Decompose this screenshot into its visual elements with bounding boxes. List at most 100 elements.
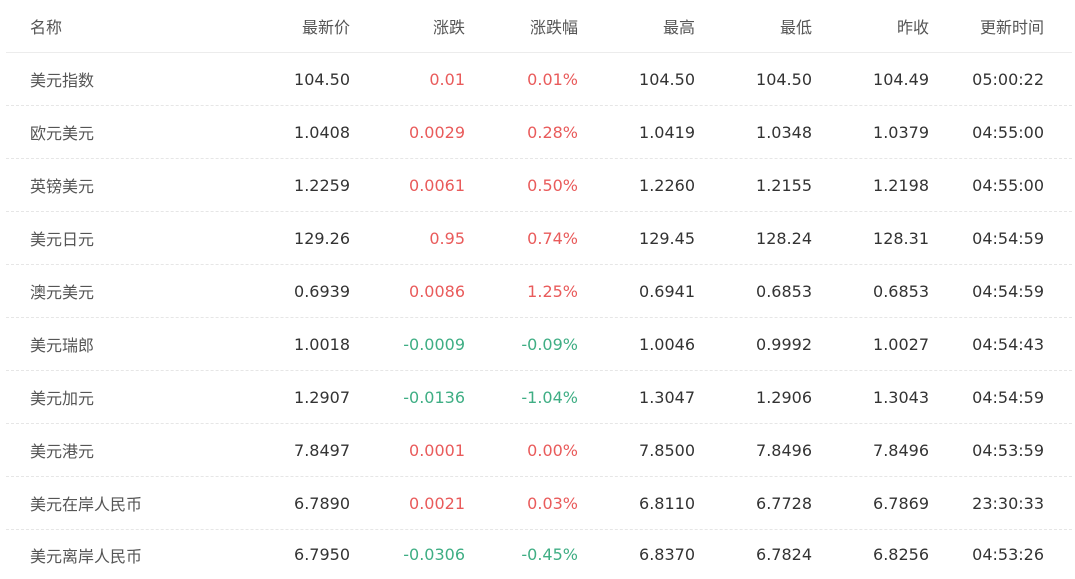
row-high: 6.8370 — [639, 545, 695, 564]
row-low: 7.8496 — [756, 440, 812, 460]
row-update-time: 04:55:00 — [972, 122, 1044, 142]
row-high: 129.45 — [639, 228, 695, 248]
row-change-pct: 0.01% — [527, 69, 578, 89]
row-update-time: 04:54:43 — [972, 334, 1044, 354]
row-prev-close: 128.31 — [873, 228, 929, 248]
header-name[interactable]: 名称 — [30, 0, 62, 52]
row-name[interactable]: 美元加元 — [30, 371, 94, 423]
row-prev-close: 0.6853 — [873, 281, 929, 301]
table-row[interactable]: 美元瑞郎 1.0018 -0.0009 -0.09% 1.0046 0.9992… — [6, 318, 1072, 371]
header-change[interactable]: 涨跌 — [433, 0, 465, 52]
row-change-pct: -0.09% — [521, 334, 578, 354]
row-change-pct: 0.50% — [527, 175, 578, 195]
row-high: 1.3047 — [639, 387, 695, 407]
row-change: 0.0061 — [409, 175, 465, 195]
row-name[interactable]: 美元在岸人民币 — [30, 477, 142, 529]
row-update-time: 05:00:22 — [972, 69, 1044, 89]
row-high: 7.8500 — [639, 440, 695, 460]
table-row[interactable]: 美元港元 7.8497 0.0001 0.00% 7.8500 7.8496 7… — [6, 424, 1072, 477]
row-change: 0.01 — [429, 69, 465, 89]
row-name[interactable]: 美元瑞郎 — [30, 318, 94, 370]
table-row[interactable]: 美元加元 1.2907 -0.0136 -1.04% 1.3047 1.2906… — [6, 371, 1072, 424]
header-high[interactable]: 最高 — [663, 0, 695, 52]
row-update-time: 23:30:33 — [972, 493, 1044, 513]
row-prev-close: 1.0027 — [873, 334, 929, 354]
row-change-pct: -1.04% — [521, 387, 578, 407]
row-update-time: 04:54:59 — [972, 228, 1044, 248]
row-high: 1.2260 — [639, 175, 695, 195]
row-change: 0.0086 — [409, 281, 465, 301]
row-change: 0.0029 — [409, 122, 465, 142]
row-low: 128.24 — [756, 228, 812, 248]
row-change: -0.0009 — [403, 334, 465, 354]
row-last-price: 1.2259 — [294, 175, 350, 195]
row-last-price: 104.50 — [294, 69, 350, 89]
row-prev-close: 6.7869 — [873, 493, 929, 513]
row-low: 0.6853 — [756, 281, 812, 301]
row-last-price: 1.0018 — [294, 334, 350, 354]
header-update-time[interactable]: 更新时间 — [980, 0, 1044, 52]
table-row[interactable]: 美元在岸人民币 6.7890 0.0021 0.03% 6.8110 6.772… — [6, 477, 1072, 530]
row-high: 1.0419 — [639, 122, 695, 142]
header-last-price[interactable]: 最新价 — [302, 0, 350, 52]
row-change-pct: 0.03% — [527, 493, 578, 513]
row-prev-close: 1.0379 — [873, 122, 929, 142]
row-prev-close: 104.49 — [873, 69, 929, 89]
row-change: 0.0021 — [409, 493, 465, 513]
row-change-pct: 0.28% — [527, 122, 578, 142]
row-last-price: 129.26 — [294, 228, 350, 248]
row-update-time: 04:53:59 — [972, 440, 1044, 460]
row-change: -0.0306 — [403, 545, 465, 564]
forex-quote-table: 名称 最新价 涨跌 涨跌幅 最高 最低 昨收 更新时间 美元指数 104.50 … — [0, 0, 1075, 579]
row-change: -0.0136 — [403, 387, 465, 407]
row-low: 104.50 — [756, 69, 812, 89]
row-low: 6.7824 — [756, 545, 812, 564]
table-row[interactable]: 美元指数 104.50 0.01 0.01% 104.50 104.50 104… — [6, 53, 1072, 106]
row-name[interactable]: 美元港元 — [30, 424, 94, 476]
row-prev-close: 7.8496 — [873, 440, 929, 460]
row-name[interactable]: 澳元美元 — [30, 265, 94, 317]
row-last-price: 6.7950 — [294, 545, 350, 564]
row-update-time: 04:54:59 — [972, 281, 1044, 301]
header-low[interactable]: 最低 — [780, 0, 812, 52]
row-low: 1.2906 — [756, 387, 812, 407]
row-high: 6.8110 — [639, 493, 695, 513]
table-row[interactable]: 英镑美元 1.2259 0.0061 0.50% 1.2260 1.2155 1… — [6, 159, 1072, 212]
row-high: 1.0046 — [639, 334, 695, 354]
row-change-pct: 1.25% — [527, 281, 578, 301]
row-change-pct: -0.45% — [521, 545, 578, 564]
row-last-price: 0.6939 — [294, 281, 350, 301]
row-high: 0.6941 — [639, 281, 695, 301]
row-last-price: 1.0408 — [294, 122, 350, 142]
row-last-price: 1.2907 — [294, 387, 350, 407]
row-change: 0.95 — [429, 228, 465, 248]
header-prev-close[interactable]: 昨收 — [897, 0, 929, 52]
table-header: 名称 最新价 涨跌 涨跌幅 最高 最低 昨收 更新时间 — [6, 0, 1072, 53]
row-prev-close: 1.2198 — [873, 175, 929, 195]
row-low: 6.7728 — [756, 493, 812, 513]
row-name[interactable]: 美元指数 — [30, 53, 94, 105]
row-update-time: 04:55:00 — [972, 175, 1044, 195]
row-low: 1.2155 — [756, 175, 812, 195]
row-change: 0.0001 — [409, 440, 465, 460]
row-last-price: 6.7890 — [294, 493, 350, 513]
row-name[interactable]: 英镑美元 — [30, 159, 94, 211]
row-update-time: 04:54:59 — [972, 387, 1044, 407]
row-change-pct: 0.00% — [527, 440, 578, 460]
row-name[interactable]: 美元离岸人民币 — [30, 530, 142, 579]
row-last-price: 7.8497 — [294, 440, 350, 460]
row-update-time: 04:53:26 — [972, 545, 1044, 564]
table-row[interactable]: 欧元美元 1.0408 0.0029 0.28% 1.0419 1.0348 1… — [6, 106, 1072, 159]
row-high: 104.50 — [639, 69, 695, 89]
row-low: 0.9992 — [756, 334, 812, 354]
table-row[interactable]: 美元离岸人民币 6.7950 -0.0306 -0.45% 6.8370 6.7… — [6, 530, 1072, 579]
row-prev-close: 1.3043 — [873, 387, 929, 407]
row-prev-close: 6.8256 — [873, 545, 929, 564]
header-change-pct[interactable]: 涨跌幅 — [530, 0, 578, 52]
row-name[interactable]: 欧元美元 — [30, 106, 94, 158]
row-name[interactable]: 美元日元 — [30, 212, 94, 264]
table-row[interactable]: 澳元美元 0.6939 0.0086 1.25% 0.6941 0.6853 0… — [6, 265, 1072, 318]
row-change-pct: 0.74% — [527, 228, 578, 248]
table-row[interactable]: 美元日元 129.26 0.95 0.74% 129.45 128.24 128… — [6, 212, 1072, 265]
row-low: 1.0348 — [756, 122, 812, 142]
